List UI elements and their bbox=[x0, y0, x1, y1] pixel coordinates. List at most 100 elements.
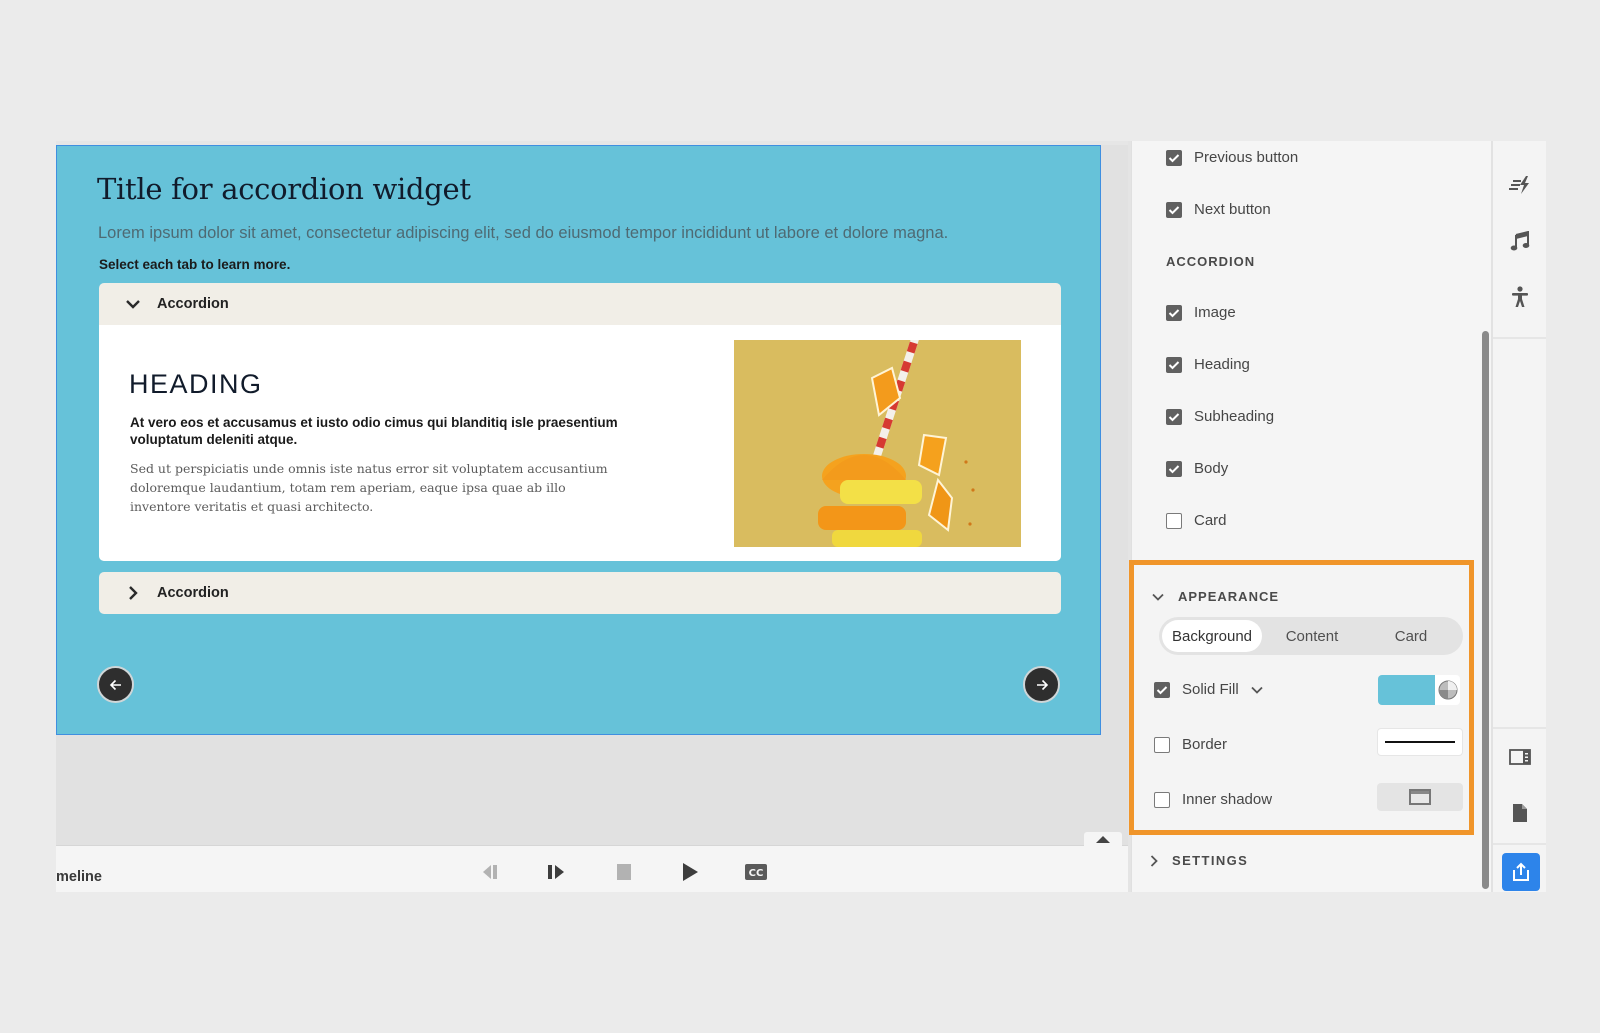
checkbox-label: Body bbox=[1194, 460, 1229, 477]
slide-properties-icon bbox=[1509, 749, 1531, 765]
tab-card[interactable]: Card bbox=[1362, 620, 1460, 652]
line-style-icon bbox=[1385, 741, 1455, 743]
checkbox-heading[interactable]: Heading bbox=[1166, 356, 1250, 373]
opacity-icon bbox=[1438, 680, 1457, 700]
checkbox-label: Image bbox=[1194, 304, 1236, 321]
chevron-right-icon bbox=[1150, 854, 1158, 867]
checkbox-label: Next button bbox=[1194, 201, 1271, 218]
checkbox-checked[interactable] bbox=[1166, 460, 1182, 477]
play-icon bbox=[683, 863, 698, 881]
stop-icon bbox=[617, 864, 631, 880]
checkmark-icon bbox=[1168, 205, 1180, 214]
accordion-section-label: ACCORDION bbox=[1166, 254, 1256, 269]
caret-up-icon bbox=[1096, 836, 1110, 843]
closed-captions-icon: CC bbox=[745, 864, 767, 880]
inner-shadow-row[interactable]: Inner shadow bbox=[1154, 791, 1272, 808]
solid-fill-row[interactable]: Solid Fill bbox=[1154, 681, 1263, 698]
previous-button[interactable] bbox=[97, 666, 134, 703]
rewind-button[interactable] bbox=[477, 860, 505, 884]
checkbox-label: Heading bbox=[1194, 356, 1250, 373]
settings-section-header[interactable]: SETTINGS bbox=[1150, 853, 1248, 868]
checkbox-unchecked[interactable] bbox=[1154, 791, 1170, 808]
checkmark-icon bbox=[1168, 464, 1180, 473]
arrow-left-icon bbox=[109, 679, 121, 690]
orange-slices-image bbox=[734, 340, 1021, 547]
checkbox-body[interactable]: Body bbox=[1166, 460, 1228, 477]
publish-button[interactable] bbox=[1502, 853, 1540, 891]
timeline-bar: meline CC bbox=[56, 832, 1128, 892]
checkbox-checked[interactable] bbox=[1166, 201, 1182, 218]
fill-color-swatch[interactable] bbox=[1378, 675, 1435, 705]
accordion-header-1[interactable]: Accordion bbox=[99, 283, 1061, 325]
fill-color-picker[interactable] bbox=[1378, 675, 1460, 705]
rail-divider bbox=[1493, 727, 1546, 729]
rewind-icon bbox=[483, 865, 497, 879]
audio-icon bbox=[1510, 231, 1530, 251]
rail-divider bbox=[1493, 843, 1546, 845]
timeline-label[interactable]: meline bbox=[56, 869, 102, 885]
border-label: Border bbox=[1182, 736, 1228, 753]
panel-scrollbar[interactable] bbox=[1482, 331, 1489, 889]
checkbox-checked[interactable] bbox=[1166, 408, 1182, 425]
checkmark-icon bbox=[1168, 360, 1180, 369]
checkbox-unchecked[interactable] bbox=[1154, 736, 1170, 753]
checkbox-label: Card bbox=[1194, 512, 1227, 529]
checkbox-checked[interactable] bbox=[1166, 149, 1182, 166]
accordion-item-1[interactable]: Accordion HEADING At vero eos et accusam… bbox=[99, 283, 1061, 561]
tab-content[interactable]: Content bbox=[1262, 620, 1362, 652]
inner-shadow-icon bbox=[1409, 789, 1431, 805]
appearance-tabs: Background Content Card bbox=[1159, 617, 1463, 655]
inner-shadow-picker[interactable] bbox=[1377, 783, 1463, 811]
fill-type-dropdown[interactable] bbox=[1251, 686, 1263, 694]
play-button[interactable] bbox=[676, 860, 704, 884]
accordion-subheading[interactable]: At vero eos et accusamus et iusto odio c… bbox=[130, 414, 650, 448]
tab-background[interactable]: Background bbox=[1162, 620, 1262, 652]
appearance-title: APPEARANCE bbox=[1178, 589, 1280, 604]
accordion-label: Accordion bbox=[157, 296, 229, 312]
settings-title: SETTINGS bbox=[1172, 853, 1249, 868]
border-row[interactable]: Border bbox=[1154, 736, 1227, 753]
checkbox-checked[interactable] bbox=[1166, 304, 1182, 321]
closed-captions-button[interactable]: CC bbox=[742, 860, 770, 884]
step-forward-button[interactable] bbox=[542, 860, 570, 884]
properties-panel: Previous button Next button ACCORDION Im… bbox=[1129, 141, 1491, 892]
appearance-header[interactable]: APPEARANCE bbox=[1152, 589, 1279, 604]
slide-properties-button[interactable] bbox=[1506, 743, 1534, 771]
accordion-body-text[interactable]: Sed ut perspiciatis unde omnis iste natu… bbox=[130, 459, 630, 516]
publish-icon bbox=[1513, 862, 1529, 881]
arrow-right-icon bbox=[1036, 679, 1048, 690]
checkbox-subheading[interactable]: Subheading bbox=[1166, 408, 1274, 425]
solid-fill-label: Solid Fill bbox=[1182, 681, 1239, 698]
checkbox-image[interactable]: Image bbox=[1166, 304, 1236, 321]
rail-divider bbox=[1493, 337, 1546, 339]
chevron-right-icon bbox=[123, 583, 143, 603]
checkbox-previous-button[interactable]: Previous button bbox=[1166, 149, 1298, 166]
slide-canvas[interactable]: Title for accordion widget Lorem ipsum d… bbox=[56, 145, 1101, 735]
checkbox-label: Previous button bbox=[1194, 149, 1299, 166]
audio-button[interactable] bbox=[1506, 227, 1534, 255]
checkbox-card[interactable]: Card bbox=[1166, 512, 1227, 529]
checkbox-checked[interactable] bbox=[1166, 356, 1182, 373]
slide-title[interactable]: Title for accordion widget bbox=[97, 172, 471, 206]
checkbox-unchecked[interactable] bbox=[1166, 512, 1182, 529]
accordion-header-2[interactable]: Accordion bbox=[99, 572, 1061, 614]
accordion-heading[interactable]: HEADING bbox=[129, 369, 263, 400]
checkmark-icon bbox=[1168, 412, 1180, 421]
slide-instruction[interactable]: Select each tab to learn more. bbox=[99, 257, 290, 272]
icon-rail bbox=[1491, 141, 1546, 892]
checkbox-checked[interactable] bbox=[1154, 681, 1170, 698]
document-button[interactable] bbox=[1506, 799, 1534, 827]
stop-button[interactable] bbox=[610, 860, 638, 884]
accessibility-button[interactable] bbox=[1506, 283, 1534, 311]
timeline-expand-toggle[interactable] bbox=[1084, 832, 1122, 846]
next-button[interactable] bbox=[1023, 666, 1060, 703]
interactions-button[interactable] bbox=[1506, 171, 1534, 199]
accordion-item-2[interactable]: Accordion bbox=[99, 572, 1061, 614]
document-icon bbox=[1513, 804, 1527, 822]
accordion-image[interactable] bbox=[734, 340, 1021, 547]
border-style-picker[interactable] bbox=[1377, 728, 1463, 756]
slide-description[interactable]: Lorem ipsum dolor sit amet, consectetur … bbox=[98, 224, 948, 243]
interactions-icon bbox=[1509, 176, 1529, 194]
checkbox-next-button[interactable]: Next button bbox=[1166, 201, 1271, 218]
opacity-button[interactable] bbox=[1435, 675, 1460, 705]
